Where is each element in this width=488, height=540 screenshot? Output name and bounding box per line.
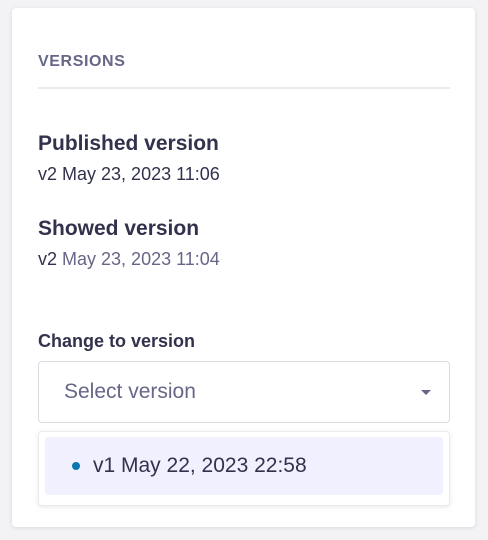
published-version-number: v2	[38, 164, 58, 184]
showed-version-block: Showed version v2 May 23, 2023 11:04	[38, 216, 220, 270]
published-version-block: Published version v2 May 23, 2023 11:06	[38, 131, 220, 185]
showed-version-date: May 23, 2023 11:04	[62, 249, 220, 269]
section-title: VERSIONS	[38, 53, 126, 70]
published-version-value: v2 May 23, 2023 11:06	[38, 163, 220, 185]
status-dot-icon	[72, 462, 80, 470]
change-version-label: Change to version	[38, 331, 196, 351]
version-option[interactable]: v1 May 22, 2023 22:58	[45, 437, 443, 495]
version-dropdown: v1 May 22, 2023 22:58	[38, 431, 450, 506]
versions-panel: VERSIONS Published version v2 May 23, 20…	[12, 8, 475, 527]
published-version-date: May 23, 2023 11:06	[62, 164, 220, 184]
caret-down-icon[interactable]	[421, 389, 431, 395]
showed-version-number: v2	[38, 249, 58, 269]
version-select[interactable]: Select version	[38, 361, 450, 423]
showed-version-heading: Showed version	[38, 217, 200, 240]
version-option-label: v1 May 22, 2023 22:58	[93, 454, 307, 477]
showed-version-value: v2 May 23, 2023 11:04	[38, 248, 220, 270]
divider	[38, 87, 450, 89]
published-version-heading: Published version	[38, 132, 219, 155]
version-select-placeholder: Select version	[64, 380, 196, 403]
